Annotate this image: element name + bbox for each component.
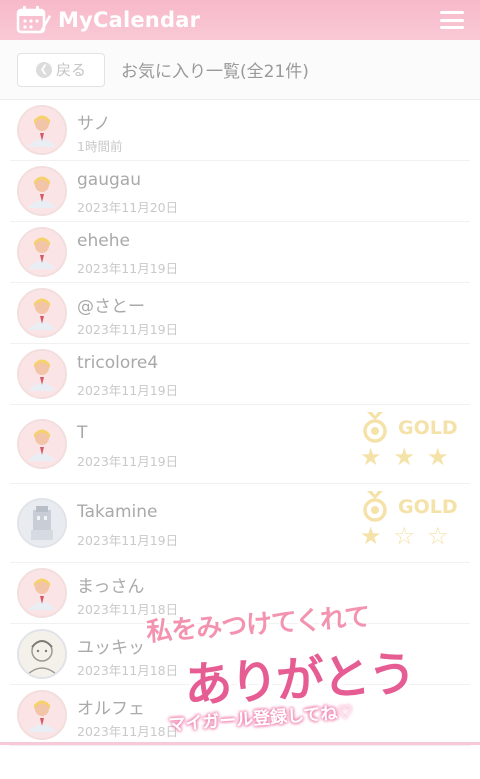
medal-icon: [362, 490, 388, 526]
app-logo[interactable]: MyCalendar: [16, 5, 200, 35]
item-date: 2023年11月18日: [77, 724, 179, 739]
list-item[interactable]: @さとー 2023年11月19日: [10, 283, 470, 344]
app-title: MyCalendar: [58, 8, 201, 32]
calendar-pencil-icon: [16, 5, 52, 35]
item-name: tricolore4: [77, 353, 159, 373]
bottom-divider: [0, 742, 480, 745]
item-name: まっさん: [77, 577, 145, 597]
avatar: [17, 498, 67, 548]
avatar: [17, 288, 67, 338]
app-header: MyCalendar: [0, 0, 480, 40]
item-name: @さとー: [77, 297, 145, 317]
item-name: gaugau: [77, 170, 141, 190]
list-item[interactable]: オルフェ 2023年11月18日: [10, 685, 470, 746]
avatar: [17, 227, 67, 277]
item-date: 2023年11月19日: [77, 383, 179, 398]
list-item[interactable]: まっさん 2023年11月18日: [10, 563, 470, 624]
favorites-list: サノ 1時間前 gaugau 2023年11月20日 ehehe 2023年11…: [0, 100, 480, 746]
hamburger-icon[interactable]: [440, 11, 464, 29]
page-title: お気に入り一覧(全21件): [121, 62, 309, 82]
avatar: [17, 690, 67, 740]
item-date: 2023年11月19日: [77, 322, 179, 337]
item-date: 2023年11月19日: [77, 454, 179, 469]
star-filled-icon: ★: [360, 522, 382, 550]
avatar: [17, 568, 67, 618]
sub-header: ❮ 戻る お気に入り一覧(全21件): [0, 40, 480, 100]
avatar: [17, 166, 67, 216]
list-item[interactable]: gaugau 2023年11月20日: [10, 161, 470, 222]
item-name: ehehe: [77, 231, 130, 251]
avatar: [17, 105, 67, 155]
item-date: 2023年11月19日: [77, 533, 179, 548]
item-name: Takamine: [77, 502, 158, 522]
rank-badge: GOLD ★ ☆ ☆: [360, 490, 464, 554]
rating-stars: ★ ★ ★: [360, 445, 449, 469]
rank-label: GOLD: [398, 417, 458, 439]
back-button[interactable]: ❮ 戻る: [17, 52, 105, 87]
back-button-label: 戻る: [55, 61, 86, 79]
chevron-left-icon: ❮: [35, 61, 52, 78]
medal-icon: [362, 411, 388, 447]
avatar: [17, 629, 67, 679]
item-name: ユッキッ: [77, 638, 145, 658]
item-date: 2023年11月20日: [77, 200, 179, 215]
avatar: [17, 419, 67, 469]
list-item[interactable]: サノ 1時間前: [10, 100, 470, 161]
item-name: サノ: [77, 114, 111, 134]
list-item[interactable]: ユッキッ 2023年11月18日: [10, 624, 470, 685]
item-date: 1時間前: [77, 139, 123, 154]
item-date: 2023年11月18日: [77, 663, 179, 678]
star-empty-icon: ☆: [427, 522, 449, 550]
item-date: 2023年11月18日: [77, 602, 179, 617]
avatar: [17, 349, 67, 399]
rank-label: GOLD: [398, 496, 458, 518]
star-empty-icon: ☆: [393, 522, 416, 550]
item-name: オルフェ: [77, 699, 145, 719]
list-item[interactable]: tricolore4 2023年11月19日: [10, 344, 470, 405]
star-filled-icon: ★: [427, 443, 449, 471]
item-date: 2023年11月19日: [77, 261, 179, 276]
list-item[interactable]: Takamine 2023年11月19日 GOLD ★ ☆ ☆: [10, 484, 470, 563]
rating-stars: ★ ☆ ☆: [360, 524, 449, 548]
star-filled-icon: ★: [393, 443, 416, 471]
list-item[interactable]: ehehe 2023年11月19日: [10, 222, 470, 283]
rank-badge: GOLD ★ ★ ★: [360, 411, 464, 475]
star-filled-icon: ★: [360, 443, 382, 471]
list-item[interactable]: T 2023年11月19日 GOLD ★ ★ ★: [10, 405, 470, 484]
item-name: T: [77, 423, 88, 443]
